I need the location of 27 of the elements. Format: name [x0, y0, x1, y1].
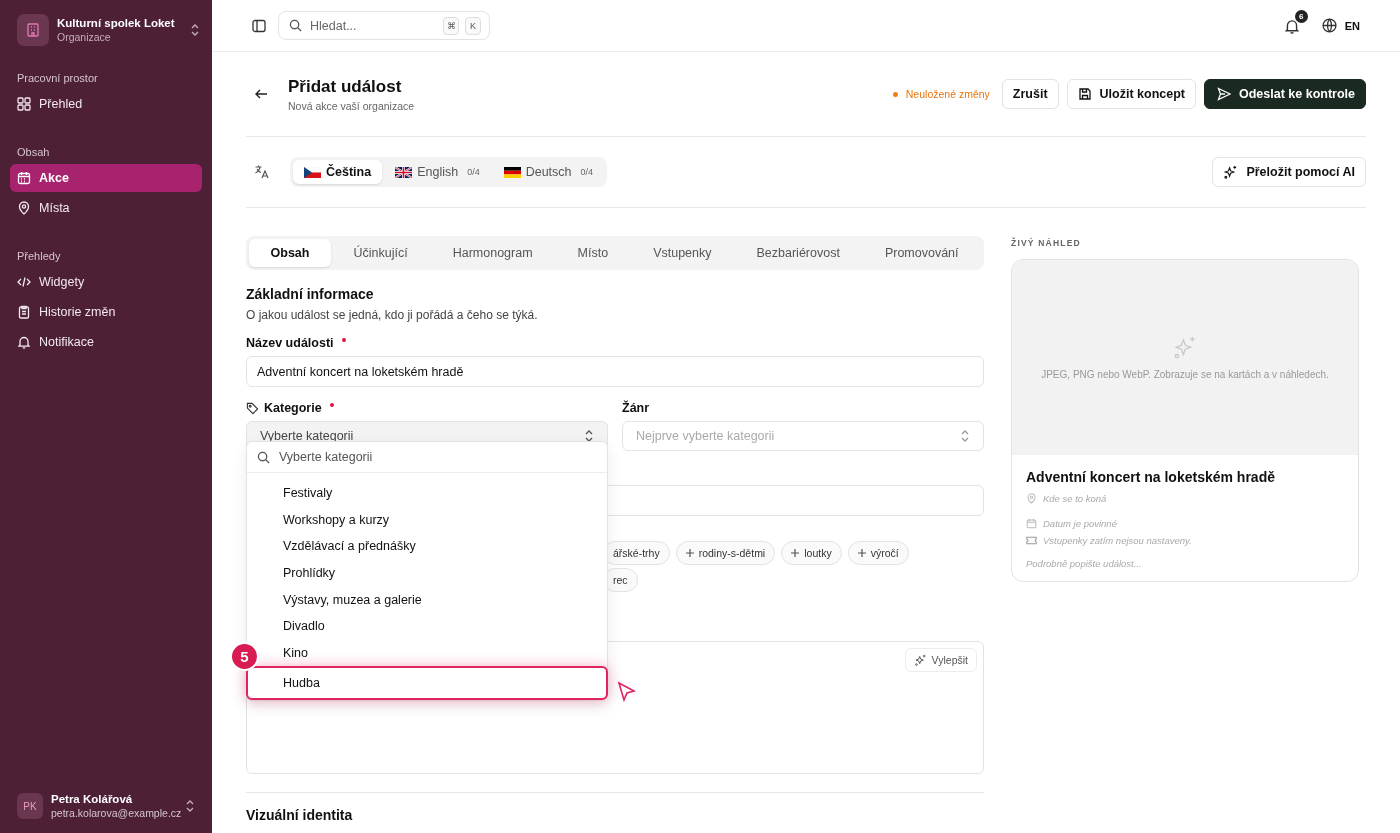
page-subtitle: Nová akce vaší organizace — [288, 99, 415, 112]
preview-tickets: Vstupenky zatím nejsou nastaveny. — [1043, 535, 1192, 546]
preview-description: Podrobně popište událost... — [1026, 558, 1143, 569]
field-label: Žánr — [622, 401, 650, 415]
section-description: O jakou událost se jedná, kdo ji pořádá a čeho se týká. — [246, 308, 539, 322]
keyboard-key: ⌘ — [443, 16, 459, 35]
organization-name: Kulturní spolek Loket — [57, 17, 176, 29]
preview-heading: ŽIVÝ NÁHLED — [1011, 238, 1082, 248]
image-hint: JPEG, PNG nebo WebP. Zobrazuje se na kartách a v náhledech. — [1041, 369, 1329, 380]
unsaved-changes-status: Neuložené změny — [905, 88, 990, 100]
field-label: Název události — [246, 336, 334, 350]
preview-title: Adventní koncert na loketském hradě — [1026, 469, 1276, 485]
nav-section-title: Přehledy — [16, 250, 62, 264]
nav-section-title: Obsah — [16, 146, 51, 160]
page-title: Přidat událost — [288, 76, 403, 97]
section-title: Základní informace — [246, 286, 375, 302]
section-title: Vizuální identita — [246, 807, 354, 823]
organization-type: Organizace — [57, 31, 112, 43]
field-label: Kategorie — [264, 401, 322, 415]
step-badge: 5 — [230, 642, 259, 671]
keyboard-key: K — [465, 16, 481, 35]
user-name: Petra Kolářová — [51, 793, 134, 805]
notification-count: 6 — [1294, 9, 1308, 23]
preview-location: Kde se to koná — [1043, 493, 1107, 504]
user-avatar: PK — [17, 793, 43, 819]
nav-section-title: Pracovní prostor — [16, 72, 99, 86]
preview-date: Datum je povinné — [1043, 518, 1117, 529]
